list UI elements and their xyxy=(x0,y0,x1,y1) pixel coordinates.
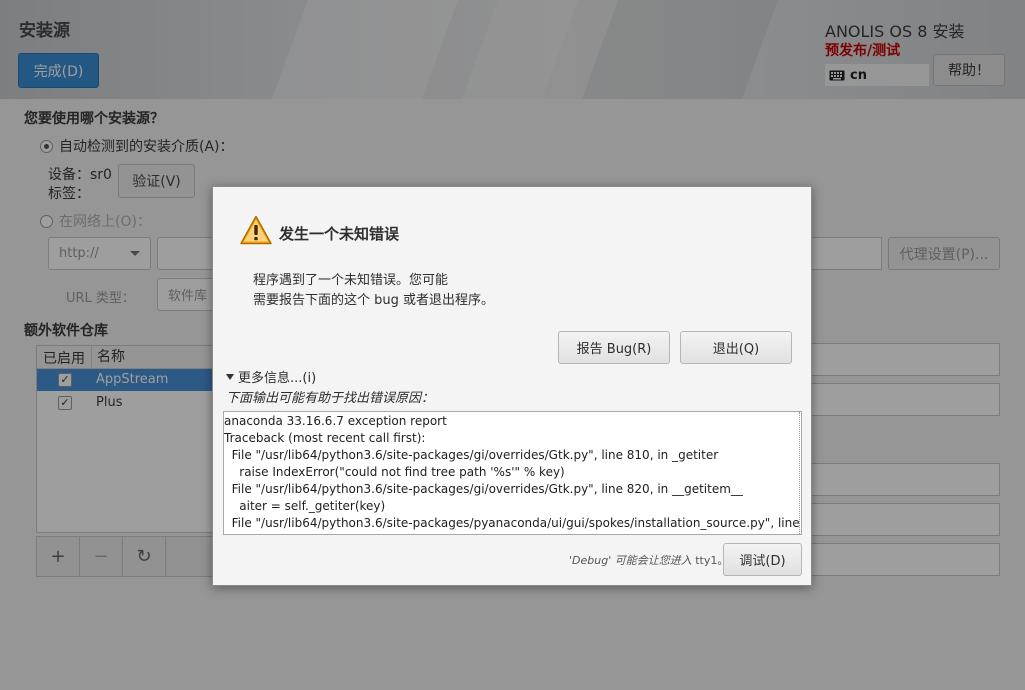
debug-button[interactable]: 调试(D) xyxy=(723,543,802,576)
traceback-right-edge xyxy=(799,412,800,534)
traceback-line: File "/usr/lib64/python3.6/site-packages… xyxy=(224,516,802,530)
traceback-line: anaconda 33.16.6.7 exception report xyxy=(224,414,447,428)
traceback-line: File "/usr/lib64/python3.6/site-packages… xyxy=(224,482,743,496)
debug-note: 'Debug' 可能会让您进入 tty1。 xyxy=(569,552,728,568)
traceback-line: aiter = self._getiter(key) xyxy=(224,499,386,513)
output-hint: 下面输出可能有助于找出错误原因： xyxy=(226,391,435,406)
more-info-label: 更多信息...(i) xyxy=(238,371,317,386)
quit-button[interactable]: 退出(Q) xyxy=(680,331,792,364)
unknown-error-dialog: 发生一个未知错误 程序遇到了一个未知错误。您可能 需要报告下面的这个 bug 或… xyxy=(212,186,812,586)
dialog-title: 发生一个未知错误 xyxy=(279,225,400,243)
debug-note-text: 'Debug' 可能会让您进入 xyxy=(569,554,696,567)
more-info-expander[interactable]: 更多信息...(i) xyxy=(226,367,316,386)
warning-icon xyxy=(240,215,272,245)
triangle-down-icon xyxy=(226,373,234,380)
traceback-text: anaconda 33.16.6.7 exception report Trac… xyxy=(224,412,801,532)
traceback-line: File "/usr/lib64/python3.6/site-packages… xyxy=(224,448,719,462)
dialog-message-line: 需要报告下面的这个 bug 或者退出程序。 xyxy=(253,293,495,308)
traceback-line: raise IndexError("could not find tree pa… xyxy=(224,465,565,479)
dialog-message: 程序遇到了一个未知错误。您可能 需要报告下面的这个 bug 或者退出程序。 xyxy=(253,271,494,311)
dialog-message-line: 程序遇到了一个未知错误。您可能 xyxy=(253,273,449,288)
traceback-view[interactable]: anaconda 33.16.6.7 exception report Trac… xyxy=(223,411,802,535)
traceback-line: Traceback (most recent call first): xyxy=(224,431,426,445)
report-bug-button[interactable]: 报告 Bug(R) xyxy=(558,331,670,364)
